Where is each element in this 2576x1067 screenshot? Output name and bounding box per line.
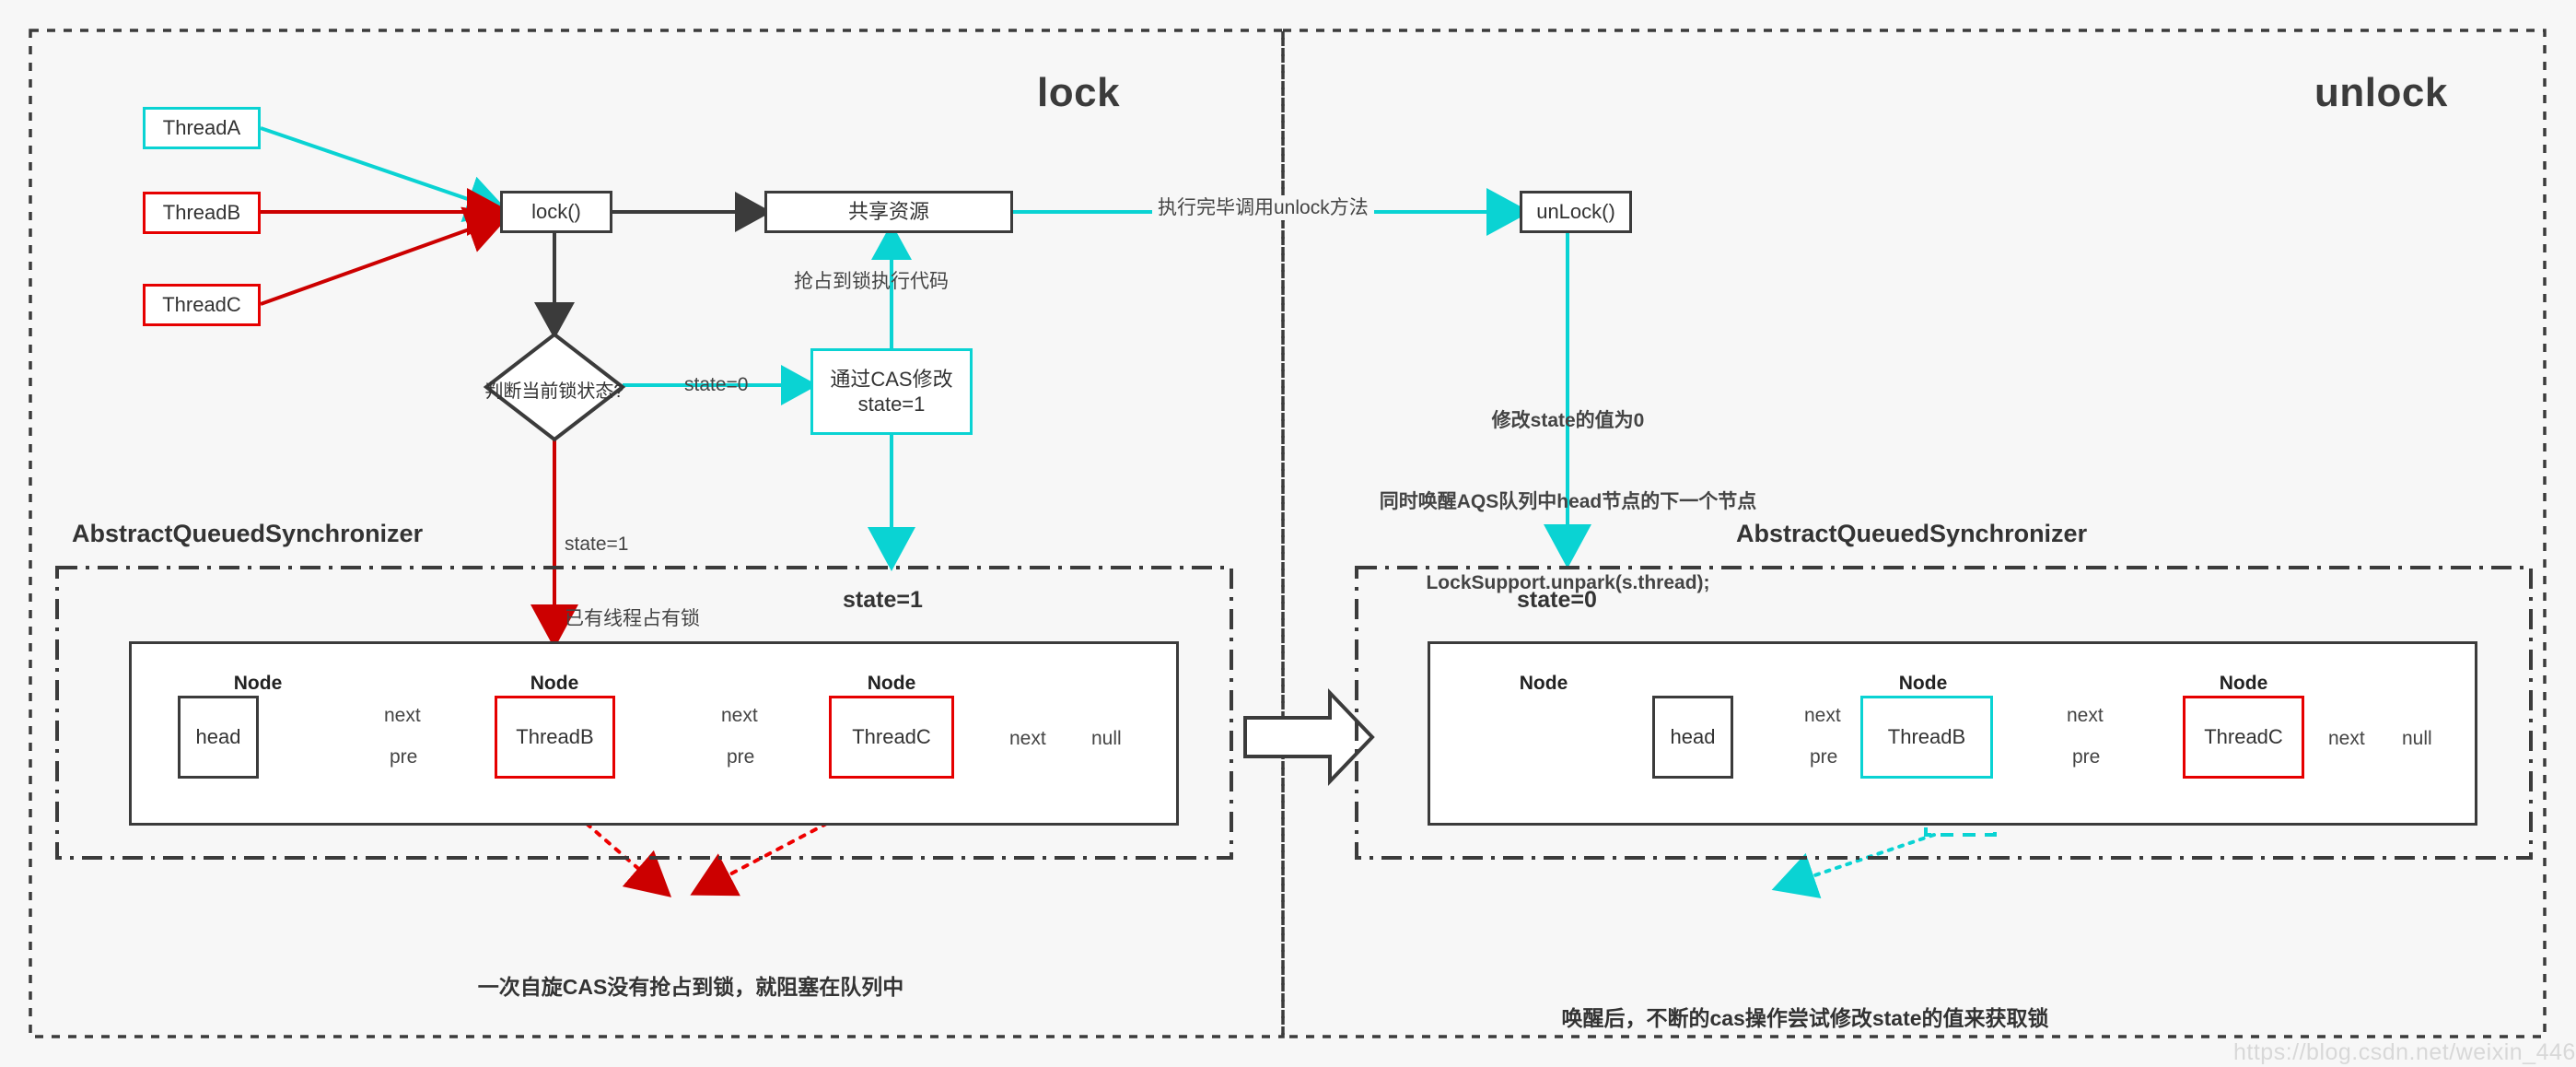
unlock-node-head[interactable]: head [1652, 696, 1733, 779]
unlock-method-box[interactable]: unLock() [1520, 191, 1632, 233]
section-title-lock: lock [1037, 70, 1121, 115]
edge-label-state0: state=0 [684, 374, 749, 395]
decision-label: 判断当前锁状态? [484, 381, 624, 402]
lock-link-next-2: next [717, 703, 762, 729]
unlock-bottom-note-line1: 唤醒后，不断的cas操作尝试修改state的值来获取锁 [1561, 1005, 2049, 1030]
thread-box-threada[interactable]: ThreadA [143, 107, 261, 149]
unlock-node-caption-head: Node [1519, 673, 1568, 694]
unlock-method-label: unLock() [1536, 200, 1615, 224]
lock-link-pre-2: pre [723, 745, 759, 770]
lock-node-head[interactable]: head [178, 696, 259, 779]
unlock-link-pre-2: pre [2069, 745, 2104, 770]
unlock-node-threadb-label: ThreadB [1887, 725, 1966, 749]
unlock-node-threadb[interactable]: ThreadB [1860, 696, 1993, 779]
thread-box-threadc[interactable]: ThreadC [143, 284, 261, 326]
unlock-link-next-2: next [2063, 703, 2107, 729]
edge-label-state1-line2: 已有线程占有锁 [565, 608, 700, 630]
unlock-node-caption-threadc: Node [2219, 673, 2268, 694]
unlock-link-pre-1: pre [1806, 745, 1842, 770]
section-title-unlock: unlock [2314, 70, 2448, 115]
transition-label: 执行完毕调用unlock方法 [1152, 195, 1374, 221]
lock-node-caption-threadc: Node [867, 673, 916, 694]
arrow-threada-to-lock [260, 126, 511, 222]
csdn-watermark: https://blog.csdn.net/weixin_44692700 [2233, 1039, 2576, 1065]
lock-node-threadb-label: ThreadB [516, 725, 594, 749]
unlock-note-line1: 修改state的值为0 [1491, 409, 1645, 431]
lock-tail-null: null [1091, 728, 1122, 749]
unlock-bottom-note: 唤醒后，不断的cas操作尝试修改state的值来获取锁 如果是公平锁，此时再来一… [1455, 942, 2155, 1067]
thread-box-threadb-label: ThreadB [162, 201, 241, 225]
lock-node-threadc[interactable]: ThreadC [829, 696, 954, 779]
section-transition-arrow [1243, 688, 1375, 786]
unlock-node-caption-threadb: Node [1898, 673, 1948, 694]
shared-resource-box[interactable]: 共享资源 [764, 191, 1013, 233]
lock-node-caption-threadb: Node [530, 673, 579, 694]
lock-node-head-label: head [195, 725, 241, 749]
diagram-canvas: lock unlock ThreadA ThreadB ThreadC lock… [0, 0, 2576, 1067]
thread-box-threada-label: ThreadA [162, 116, 241, 140]
lock-method-label: lock() [531, 200, 581, 224]
unlock-link-next-tail: next [2325, 726, 2369, 752]
unlock-note-line3: LockSupport.unpark(s.thread); [1426, 572, 1710, 594]
lock-bottom-note-line1: 一次自旋CAS没有抢占到锁，就阻塞在队列中 [477, 974, 904, 999]
lock-method-box[interactable]: lock() [500, 191, 612, 233]
lock-link-next-tail: next [1006, 726, 1050, 752]
callout-threadb-wake-note [1771, 833, 1936, 899]
unlock-note: 修改state的值为0 同时唤醒AQS队列中head节点的下一个节点 LockS… [1340, 353, 1796, 651]
lock-aqs-title: AbstractQueuedSynchronizer [72, 520, 424, 547]
lock-state-label: state=1 [843, 587, 923, 613]
lock-node-caption-head: Node [233, 673, 283, 694]
unlock-node-head-label: head [1670, 725, 1716, 749]
lock-link-next-1: next [380, 703, 425, 729]
arrow-threadc-to-lock [260, 206, 511, 306]
thread-box-threadb[interactable]: ThreadB [143, 192, 261, 234]
unlock-node-threadc[interactable]: ThreadC [2183, 696, 2304, 779]
cas-modify-line1: 通过CAS修改 [830, 367, 953, 391]
unlock-tail-null: null [2402, 728, 2432, 749]
cas-modify-line2: state=1 [857, 393, 926, 416]
thread-box-threadc-label: ThreadC [162, 293, 241, 317]
cas-modify-box[interactable]: 通过CAS修改 state=1 [810, 348, 973, 435]
acquire-lock-label: 抢占到锁执行代码 [794, 271, 949, 292]
lock-node-threadb[interactable]: ThreadB [495, 696, 615, 779]
unlock-node-threadc-label: ThreadC [2204, 725, 2283, 749]
lock-bottom-note: 一次自旋CAS没有抢占到锁，就阻塞在队列中 通过LockSupport.park… [414, 910, 967, 1067]
unlock-link-next-1: next [1801, 703, 1845, 729]
shared-resource-label: 共享资源 [847, 200, 929, 224]
edge-label-state1-line1: state=1 [565, 533, 629, 555]
lock-link-pre-1: pre [386, 745, 422, 770]
lock-node-threadc-label: ThreadC [852, 725, 931, 749]
unlock-note-line2: 同时唤醒AQS队列中head节点的下一个节点 [1379, 490, 1757, 512]
